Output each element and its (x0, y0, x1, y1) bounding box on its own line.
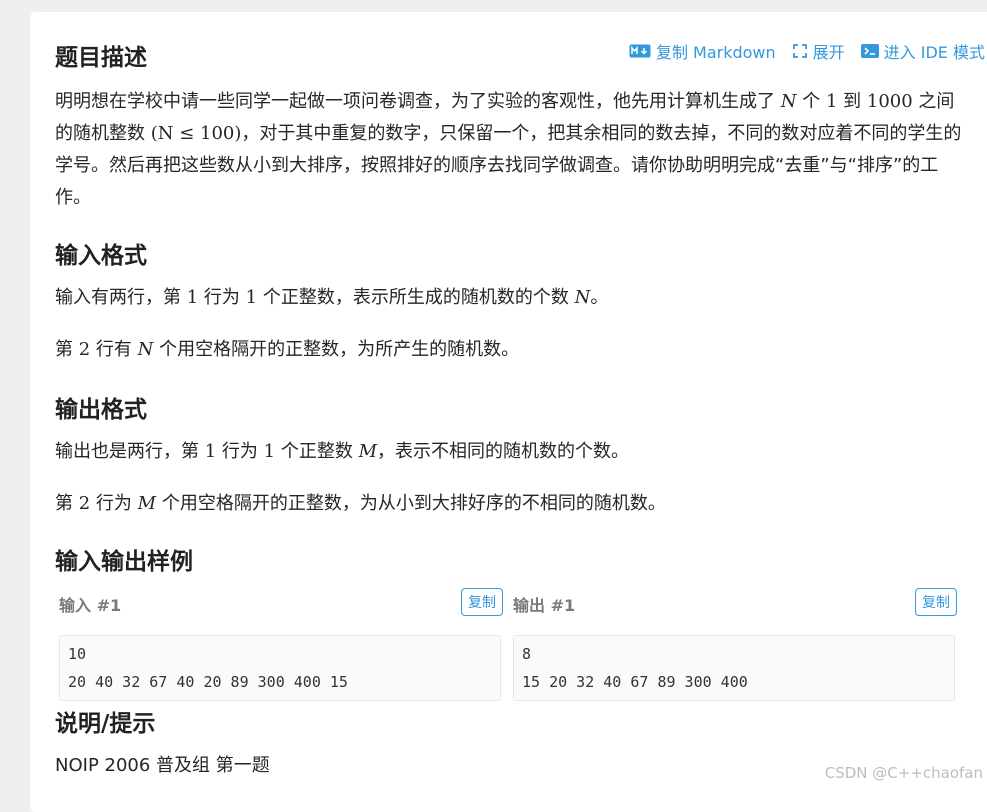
text: 输出也是两行，第 (55, 441, 199, 462)
input-format-line-2: 第 2 行有 N 个用空格隔开的正整数，为所产生的随机数。 (55, 334, 965, 366)
text: 第 (55, 339, 73, 360)
math-number: 1 (204, 441, 217, 462)
problem-description-heading: 题目描述 (55, 45, 147, 71)
text: 个正整数，表示所生成的随机数的个数 (262, 287, 569, 308)
text: 。 (590, 287, 609, 308)
problem-actions: 复制 Markdown 展开 进入 IDE 模式 (629, 39, 985, 63)
math-n-le-100: (N ≤ 100) (150, 123, 242, 144)
math-number: 1 (245, 287, 258, 308)
problem-card: 题目描述 明明想在学校中请一些同学一起做一项问卷调查，为了实验的客观性，他先用计… (30, 12, 987, 812)
description-text-2: 个 (802, 91, 821, 112)
output-format-line-2: 第 2 行为 M 个用空格隔开的正整数，为从小到大排好序的不相同的随机数。 (55, 488, 965, 520)
math-1: 1 (825, 91, 838, 112)
text: 第 (55, 493, 73, 514)
math-number: 1 (263, 441, 276, 462)
text: 行为 (95, 493, 132, 514)
code-line: 20 40 32 67 40 20 89 300 400 15 (68, 673, 348, 691)
copy-output-button[interactable]: 复制 (915, 588, 957, 616)
expand-icon (792, 43, 808, 59)
text: 行为 (203, 287, 240, 308)
text: 个正整数 (280, 441, 353, 462)
math-variable: M (137, 493, 157, 514)
problem-description: 明明想在学校中请一些同学一起做一项问卷调查，为了实验的客观性，他先用计算机生成了… (55, 86, 965, 214)
text: 输入有两行，第 (55, 287, 181, 308)
sample-output-label: 输出 #1 (513, 596, 576, 615)
markdown-icon (629, 44, 651, 58)
text: 个用空格隔开的正整数，为所产生的随机数。 (159, 339, 520, 360)
text: 行有 (95, 339, 132, 360)
math-number: 1 (186, 287, 199, 308)
math-variable: N (137, 339, 154, 360)
copy-input-button[interactable]: 复制 (461, 588, 503, 616)
text: 个用空格隔开的正整数，为从小到大排好序的不相同的随机数。 (161, 493, 666, 514)
math-variable: M (358, 441, 378, 462)
terminal-icon (860, 43, 879, 59)
code-line: 15 20 32 40 67 89 300 400 (522, 673, 748, 691)
sample-output-code[interactable]: 8 15 20 32 40 67 89 300 400 (513, 635, 955, 701)
code-line: 8 (522, 645, 532, 663)
copy-markdown-button[interactable]: 复制 Markdown (629, 39, 776, 63)
ide-mode-button[interactable]: 进入 IDE 模式 (860, 39, 985, 63)
math-1000: 1000 (866, 91, 913, 112)
description-text-3: 到 (843, 91, 862, 112)
text: ，表示不相同的随机数的个数。 (377, 441, 630, 462)
csdn-watermark: CSDN @C++chaofan (824, 764, 983, 782)
output-format-heading: 输出格式 (55, 397, 147, 423)
sample-input-code[interactable]: 10 20 40 32 67 40 20 89 300 400 15 (59, 635, 501, 701)
ide-mode-label: 进入 IDE 模式 (883, 43, 985, 62)
samples-heading: 输入输出样例 (55, 549, 193, 575)
expand-button[interactable]: 展开 (792, 39, 845, 63)
math-number: 2 (78, 493, 91, 514)
sample-input-label: 输入 #1 (59, 596, 122, 615)
expand-label: 展开 (812, 43, 845, 62)
input-format-line-1: 输入有两行，第 1 行为 1 个正整数，表示所生成的随机数的个数 N。 (55, 282, 965, 314)
input-format-heading: 输入格式 (55, 243, 147, 269)
math-number: 2 (78, 339, 91, 360)
hint-heading: 说明/提示 (55, 711, 156, 737)
description-text-1: 明明想在学校中请一些同学一起做一项问卷调查，为了实验的客观性，他先用计算机生成了 (55, 91, 775, 112)
code-line: 10 (68, 645, 87, 663)
output-format-line-1: 输出也是两行，第 1 行为 1 个正整数 M，表示不相同的随机数的个数。 (55, 436, 965, 468)
text: 行为 (221, 441, 258, 462)
math-n: N (780, 91, 797, 112)
math-variable: N (574, 287, 591, 308)
copy-markdown-label: 复制 Markdown (655, 43, 776, 62)
